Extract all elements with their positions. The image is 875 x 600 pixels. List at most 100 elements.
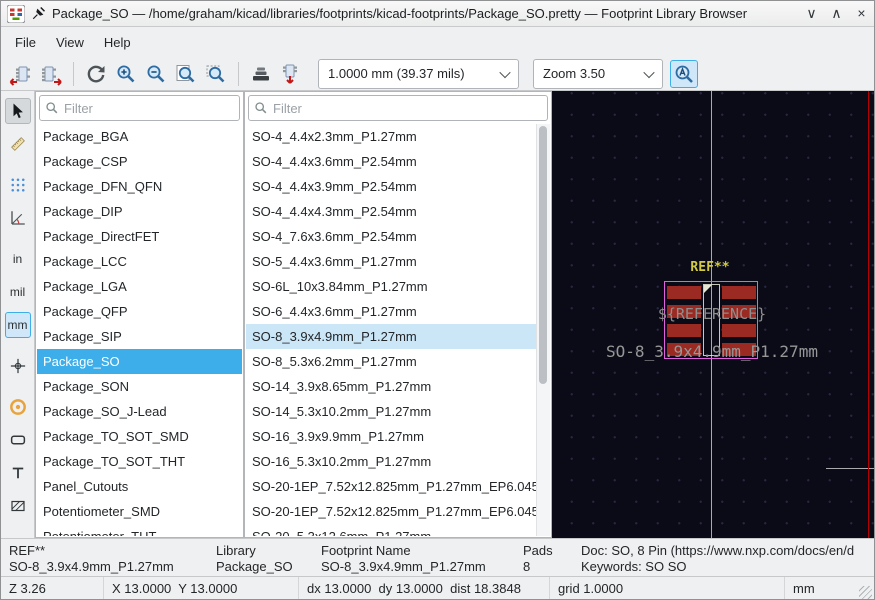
footprint-item[interactable]: SO-16_3.9x9.9mm_P1.27mm xyxy=(246,424,537,449)
pads-sketch-toggle-button[interactable] xyxy=(5,427,31,453)
zoom-selection-button[interactable] xyxy=(202,60,230,88)
library-item[interactable]: Package_LCC xyxy=(37,249,242,274)
crosshair-toggle-button[interactable] xyxy=(5,353,31,379)
library-panel: Package_BGAPackage_CSPPackage_DFN_QFNPac… xyxy=(35,91,244,538)
zoom-select-value: Zoom 3.50 xyxy=(543,66,606,81)
select-tool-button[interactable] xyxy=(4,98,31,124)
zoom-select-dropdown[interactable]: Zoom 3.50 xyxy=(533,58,663,89)
high-contrast-toggle-button[interactable] xyxy=(5,394,31,420)
kicad-app-icon xyxy=(7,4,25,23)
library-item[interactable]: Package_SIP xyxy=(37,324,242,349)
menubar: File View Help xyxy=(1,27,874,57)
search-icon xyxy=(46,102,58,114)
footprint-item[interactable]: SO-20-1EP_7.52x12.825mm_P1.27mm_EP6.045 xyxy=(246,499,537,524)
grid-select-dropdown[interactable]: 1.0000 mm (39.37 mils) xyxy=(318,58,519,89)
footprint-library-browser-window: Package_SO — /home/graham/kicad/librarie… xyxy=(0,0,875,600)
info-keywords: Keywords: SO SO xyxy=(581,559,687,574)
high-contrast-icon xyxy=(9,399,26,415)
menu-file[interactable]: File xyxy=(5,30,46,55)
zoom-fit-button[interactable] xyxy=(172,60,200,88)
scrollbar-thumb[interactable] xyxy=(539,126,547,384)
menu-view[interactable]: View xyxy=(46,30,94,55)
info-library-header: Library xyxy=(216,543,256,558)
footprint-item[interactable]: SO-4_4.4x2.3mm_P1.27mm xyxy=(246,124,537,149)
footprint-filter-box xyxy=(248,95,548,121)
chevron-down-icon xyxy=(499,66,511,78)
canvas-viewport[interactable]: REF** ${REFERENCE} SO-8_3.9x4.9mm_P1.27m… xyxy=(552,91,874,538)
footprint-item[interactable]: SO-4_4.4x3.6mm_P2.54mm xyxy=(246,149,537,174)
insert-footprint-into-board-button[interactable] xyxy=(277,60,305,88)
pin1-marker xyxy=(704,285,712,293)
measure-tool-button[interactable] xyxy=(5,131,31,157)
refresh-button[interactable] xyxy=(82,60,110,88)
footprint-item[interactable]: SO-14_5.3x10.2mm_P1.27mm xyxy=(246,399,537,424)
menu-help[interactable]: Help xyxy=(94,30,141,55)
toolbar-separator xyxy=(238,61,239,86)
top-toolbar: 1.0000 mm (39.37 mils) Zoom 3.50 xyxy=(1,57,874,91)
close-button[interactable]: × xyxy=(849,1,874,26)
minimize-button[interactable]: ∨ xyxy=(799,1,824,26)
library-item[interactable]: Package_QFP xyxy=(37,299,242,324)
info-pads-header: Pads xyxy=(523,543,553,558)
units-in-button[interactable]: in xyxy=(5,246,31,272)
footprint-list: SO-4_4.4x2.3mm_P1.27mm SO-4_4.4x3.6mm_P2.… xyxy=(246,124,537,536)
footprint-filter-input[interactable] xyxy=(248,95,548,121)
library-item[interactable]: Package_SON xyxy=(37,374,242,399)
library-item[interactable]: Panel_Cutouts xyxy=(37,474,242,499)
footprint-item[interactable]: SO-6L_10x3.84mm_P1.27mm xyxy=(246,274,537,299)
search-icon xyxy=(255,102,267,114)
maximize-button[interactable]: ∧ xyxy=(824,1,849,26)
left-toolbar: in mil mm xyxy=(1,91,35,538)
zoom-out-button[interactable] xyxy=(142,60,170,88)
units-mil-label: mil xyxy=(9,285,26,299)
footprint-item[interactable]: SO-20_5.3x12.6mm_P1.27mm xyxy=(246,524,537,536)
library-item[interactable]: Package_DIP xyxy=(37,199,242,224)
previous-footprint-icon xyxy=(9,66,30,86)
footprint-list-scrollbar[interactable] xyxy=(536,124,550,536)
show-3d-viewer-button[interactable] xyxy=(247,60,275,88)
footprint-item[interactable]: SO-6_4.4x3.6mm_P1.27mm xyxy=(246,299,537,324)
grid-toggle-button[interactable] xyxy=(5,172,31,198)
footprint-item[interactable]: SO-4_4.4x3.9mm_P2.54mm xyxy=(246,174,537,199)
zoom-in-icon xyxy=(117,65,135,82)
polar-coords-toggle-button[interactable] xyxy=(5,205,31,231)
footprint-item[interactable]: SO-16_5.3x10.2mm_P1.27mm xyxy=(246,449,537,474)
pads-sketch-icon xyxy=(10,435,25,445)
footprint-item[interactable]: SO-14_3.9x8.65mm_P1.27mm xyxy=(246,374,537,399)
main-area: in mil mm Filter Package_BGA Package_CSP… xyxy=(1,91,874,538)
library-item[interactable]: Potentiometer_SMD xyxy=(37,499,242,524)
select-tool-icon xyxy=(13,103,23,119)
footprint-item[interactable]: SO-5_4.4x3.6mm_P1.27mm xyxy=(246,249,537,274)
library-item[interactable]: Package_LGA xyxy=(37,274,242,299)
library-item[interactable]: Package_SO_J-Lead xyxy=(37,399,242,424)
show-3d-viewer-icon xyxy=(253,67,269,80)
footprint-item[interactable]: SO-8_5.3x6.2mm_P1.27mm xyxy=(246,349,537,374)
resize-grip[interactable] xyxy=(859,586,872,599)
footprint-item[interactable]: SO-4_4.4x4.3mm_P2.54mm xyxy=(246,199,537,224)
footprint-item[interactable]: SO-8_3.9x4.9mm_P1.27mm xyxy=(246,324,537,349)
library-item[interactable]: Package_TO_SOT_SMD xyxy=(37,424,242,449)
library-item[interactable]: Package_SO xyxy=(37,349,242,374)
footprint-item[interactable]: SO-20-1EP_7.52x12.825mm_P1.27mm_EP6.045 xyxy=(246,474,537,499)
units-in-label: in xyxy=(12,252,23,266)
auto-zoom-toggle[interactable] xyxy=(670,59,698,88)
previous-footprint-button[interactable] xyxy=(7,60,35,88)
status-cursor-position: X 13.0000 Y 13.0000 xyxy=(103,577,298,599)
library-item[interactable]: Package_BGA xyxy=(37,124,242,149)
text-sketch-toggle-button[interactable] xyxy=(5,460,31,486)
info-reference-header: REF** xyxy=(9,543,46,558)
library-item[interactable]: Package_TO_SOT_THT xyxy=(37,449,242,474)
graphics-sketch-toggle-button[interactable] xyxy=(5,493,31,519)
zoom-in-button[interactable] xyxy=(112,60,140,88)
window-title: Package_SO — /home/graham/kicad/librarie… xyxy=(52,6,748,21)
next-footprint-button[interactable] xyxy=(37,60,65,88)
library-filter-input[interactable] xyxy=(39,95,240,121)
library-item[interactable]: Package_DFN_QFN xyxy=(37,174,242,199)
library-item[interactable]: Package_DirectFET xyxy=(37,224,242,249)
footprint-item[interactable]: SO-4_7.6x3.6mm_P2.54mm xyxy=(246,224,537,249)
pad xyxy=(667,324,701,337)
units-mm-button[interactable]: mm xyxy=(4,312,31,338)
library-item[interactable]: Package_CSP xyxy=(37,149,242,174)
library-item[interactable]: Potentiometer_THT xyxy=(37,524,242,536)
units-mil-button[interactable]: mil xyxy=(5,279,31,305)
